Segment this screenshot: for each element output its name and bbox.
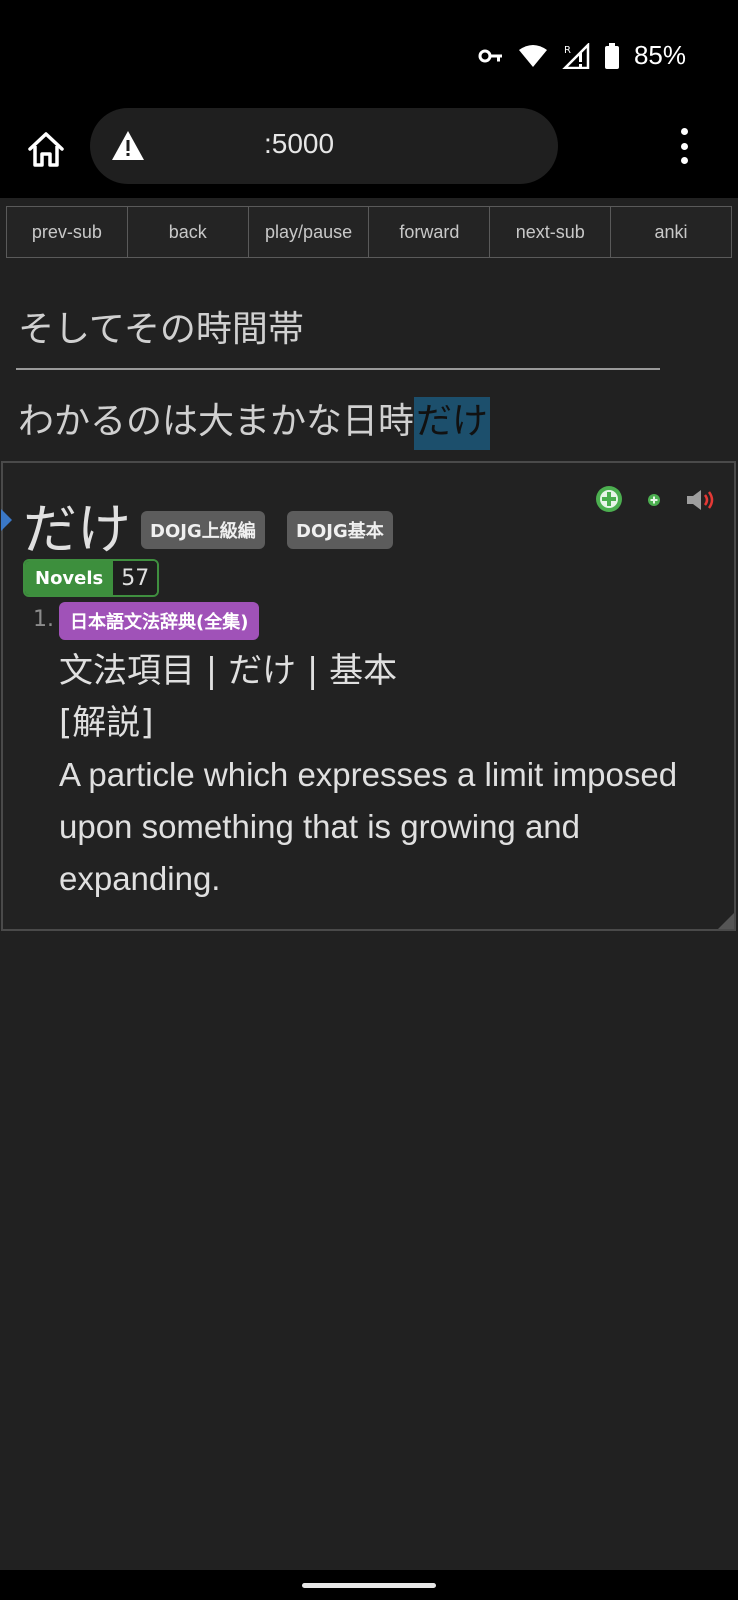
prev-sub-button[interactable]: prev-sub	[6, 206, 127, 258]
browser-toolbar: :5000	[0, 108, 738, 198]
next-sub-button[interactable]: next-sub	[489, 206, 611, 258]
gloss-line-2: [解説]	[59, 703, 154, 743]
frequency-badge[interactable]: Novels 57	[23, 559, 160, 597]
play-audio-icon[interactable]	[685, 487, 719, 513]
forward-button[interactable]: forward	[368, 206, 490, 258]
home-icon[interactable]	[24, 128, 68, 172]
definition-number: 1.	[33, 607, 54, 632]
add-kanji-icon[interactable]	[647, 493, 661, 507]
player-toolbar: prev-sub back play/pause forward next-su…	[6, 206, 732, 258]
subtitle-line-1[interactable]: そしてその時間帯	[18, 300, 304, 352]
play-pause-button[interactable]: play/pause	[247, 206, 369, 258]
definition-gloss: 文法項目 | だけ | 基本 [解説] A particle which exp…	[59, 645, 719, 905]
more-vert-icon[interactable]	[674, 128, 694, 164]
cell-signal-roaming-icon: R	[562, 42, 590, 69]
selected-word[interactable]: だけ	[414, 397, 491, 450]
tag-dojg-advanced[interactable]: DOJG上級編	[141, 511, 265, 549]
gloss-line-1: 文法項目 | だけ | 基本	[59, 651, 398, 691]
entry-marker-icon	[1, 509, 12, 531]
frequency-value: 57	[113, 561, 158, 595]
frequency-source: Novels	[25, 561, 114, 595]
battery-icon	[604, 42, 619, 69]
warning-icon[interactable]	[110, 128, 146, 164]
resize-handle[interactable]	[718, 913, 734, 929]
tag-dojg-basic[interactable]: DOJG基本	[287, 511, 393, 549]
dictionary-tag[interactable]: 日本語文法辞典(全集)	[59, 602, 260, 640]
subtitle-text[interactable]: わかるのは大まかな日時	[18, 401, 414, 442]
battery-percentage: 85%	[633, 40, 686, 70]
headword: だけ	[23, 498, 131, 561]
back-button[interactable]: back	[126, 206, 248, 258]
wifi-icon	[518, 44, 547, 67]
dictionary-popup: だけ DOJG上級編 DOJG基本 Novels 57 1. 日本語文法辞典(全…	[1, 461, 736, 931]
svg-text:R: R	[564, 45, 571, 56]
url-text[interactable]: :5000	[264, 128, 334, 160]
status-bar: R 85%	[0, 0, 738, 108]
gesture-handle[interactable]	[302, 1583, 436, 1588]
status-icons: R 85%	[478, 40, 686, 71]
vpn-key-icon	[478, 49, 502, 62]
address-bar[interactable]: :5000	[90, 108, 558, 184]
subtitle-divider	[16, 368, 660, 370]
gloss-line-3: A particle which expresses a limit impos…	[59, 756, 678, 897]
subtitle-line-2[interactable]: わかるのは大まかな日時だけ	[18, 392, 491, 450]
add-note-icon[interactable]	[595, 485, 623, 513]
anki-button[interactable]: anki	[610, 206, 732, 258]
